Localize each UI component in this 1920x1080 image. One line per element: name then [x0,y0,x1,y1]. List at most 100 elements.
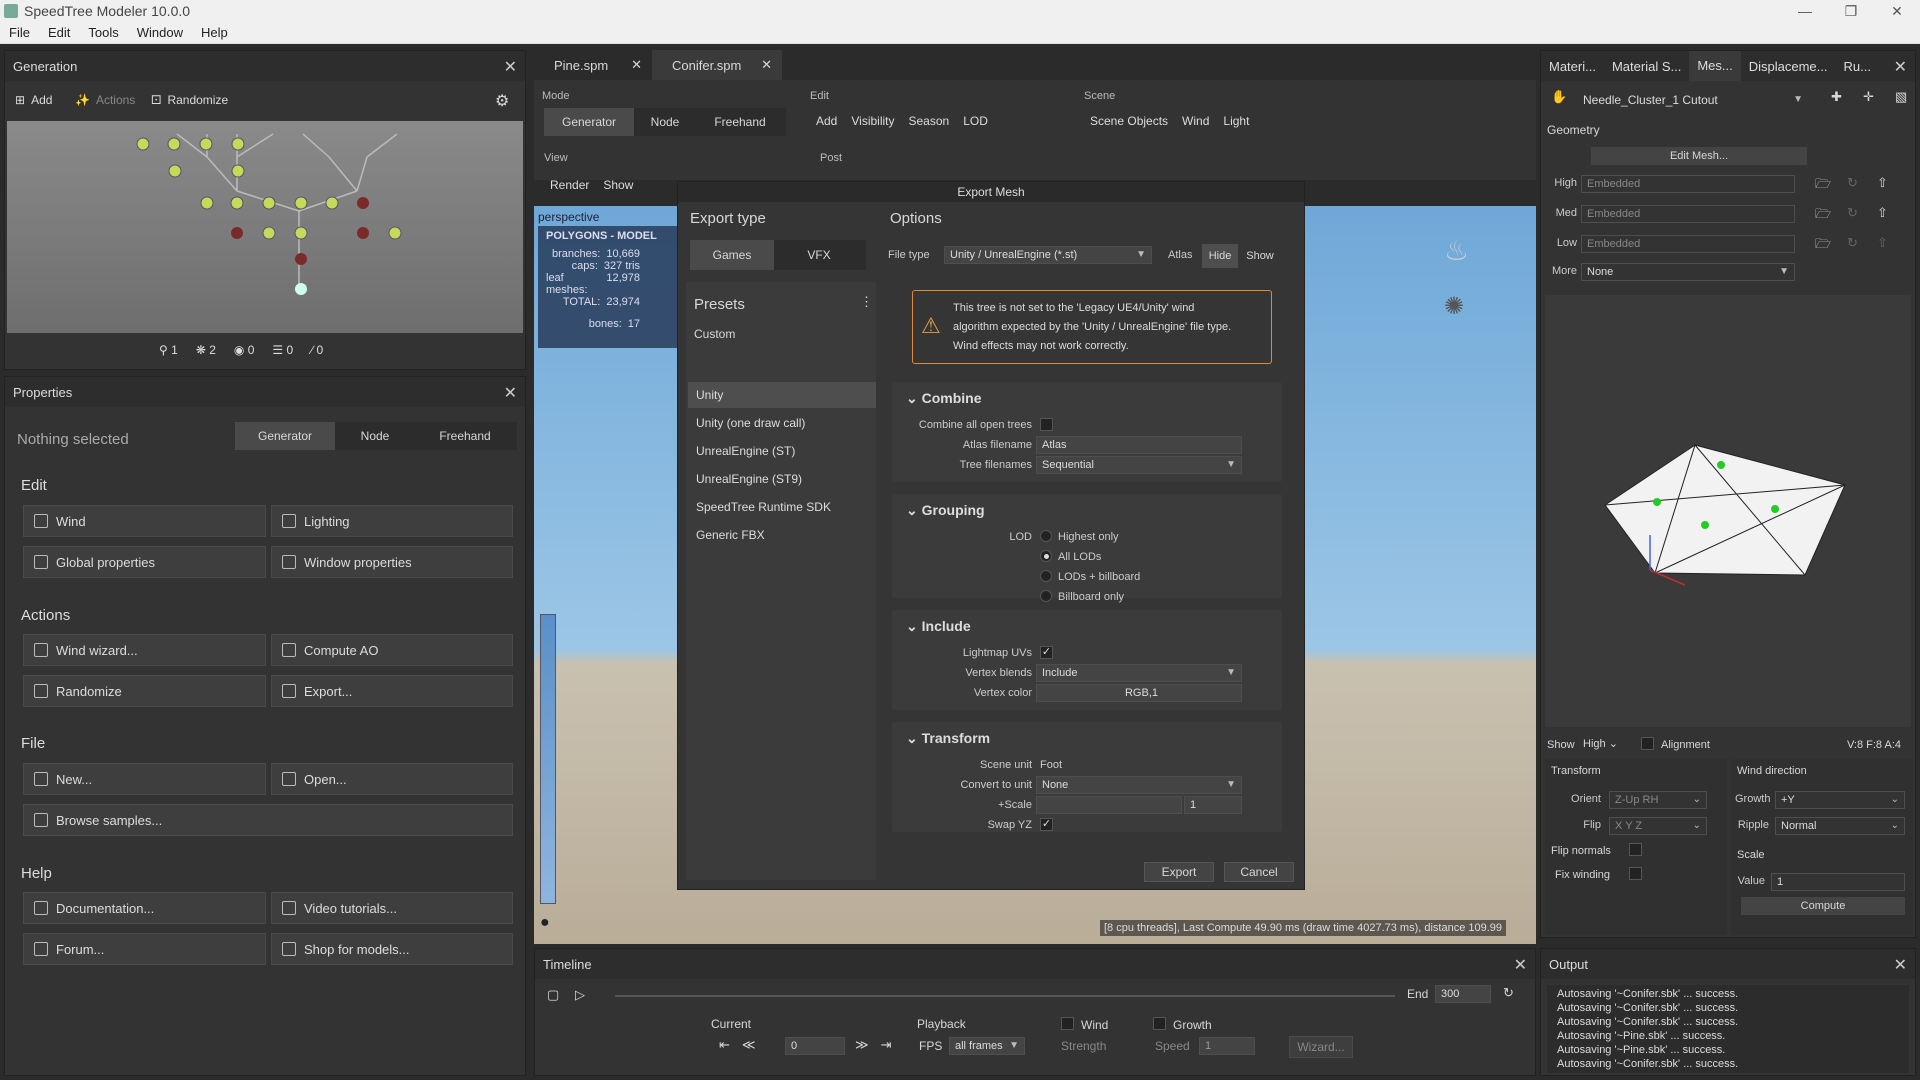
preset-unrealengine-st[interactable]: UnrealEngine (ST) [688,438,876,464]
tab-displacements[interactable]: Displaceme... [1741,59,1836,74]
visibility-button[interactable]: Visibility [851,114,894,128]
close-icon[interactable]: ✕ [504,57,517,77]
randomize-button[interactable]: ⚀ Randomize [151,93,228,107]
combine-heading[interactable]: ⌄ Combine [906,390,982,407]
export-confirm-button[interactable]: Export [1144,862,1214,882]
end-input[interactable]: 300 [1435,985,1491,1003]
browse-samples-button[interactable]: Browse samples... [23,804,513,836]
vertex-color-input[interactable]: RGB,1 [1036,684,1242,702]
lod-billboard-radio[interactable] [1040,570,1052,582]
atlas-hide-option[interactable]: Hide [1202,244,1238,268]
reload-icon[interactable]: ↻ [1847,175,1858,191]
vfx-option[interactable]: VFX [774,240,864,270]
video-tutorials-button[interactable]: Video tutorials... [271,892,513,924]
wind-wizard-button[interactable]: Wind wizard... [23,634,266,666]
compute-ao-button[interactable]: Compute AO [271,634,513,666]
games-option[interactable]: Games [690,240,774,270]
mode-freehand[interactable]: Freehand [415,422,515,450]
folder-icon[interactable]: 🗁 [1815,175,1831,197]
reload-icon[interactable]: ↻ [1847,235,1858,251]
fix-winding-checkbox[interactable] [1629,867,1642,880]
edit-icon[interactable]: ✚ [1831,89,1842,105]
fps-select[interactable]: all frames ▼ [949,1037,1025,1055]
global-properties-button[interactable]: Global properties [23,546,266,578]
tab-material-sets[interactable]: Material S... [1604,59,1689,74]
export-button[interactable]: Export... [271,675,513,707]
upload-icon[interactable]: ⇧ [1877,205,1888,221]
preset-unity-one-draw-call[interactable]: Unity (one draw call) [688,410,876,436]
shop-button[interactable]: Shop for models... [271,933,513,965]
hand-icon[interactable]: ✋ [1551,89,1567,105]
new-button[interactable]: New... [23,763,266,795]
lod-all-radio[interactable] [1040,550,1052,562]
flip-normals-checkbox[interactable] [1629,843,1642,856]
close-icon[interactable]: ✕ [504,383,517,403]
lod-button[interactable]: LOD [963,114,988,128]
menu-tools[interactable]: Tools [79,25,127,40]
wind-checkbox[interactable] [1061,1017,1074,1030]
delete-icon[interactable]: ▧ [1895,89,1907,105]
orient-select[interactable]: Z-Up RH ⌄ [1609,791,1707,809]
lightmap-checkbox[interactable]: ✓ [1040,646,1053,659]
stop-icon[interactable]: ▢ [547,987,559,1003]
mode-node[interactable]: Node [634,108,696,136]
wind-button[interactable]: Wind [23,505,266,537]
ripple-select[interactable]: Normal ⌄ [1775,817,1905,835]
transform-heading[interactable]: ⌄ Transform [906,730,990,747]
preset-unrealengine-st9[interactable]: UnrealEngine (ST9) [688,466,876,492]
scale-slider[interactable] [1036,796,1182,814]
loop-icon[interactable]: ↻ [1503,985,1514,1001]
mode-node[interactable]: Node [335,422,415,450]
alignment-checkbox[interactable] [1641,737,1654,750]
preset-unity[interactable]: Unity [688,382,876,408]
upload-icon[interactable]: ⇧ [1877,235,1888,251]
folder-icon[interactable]: 🗁 [1815,205,1831,227]
show-button[interactable]: Show [603,178,633,192]
vertex-blends-select[interactable]: Include ▼ [1036,664,1242,682]
menu-file[interactable]: File [0,25,39,40]
atlas-show-option[interactable]: Show [1240,244,1280,268]
node-graph[interactable] [7,121,523,333]
restore-icon[interactable]: ❐ [1828,0,1874,22]
lod-high-field[interactable]: Embedded [1581,175,1795,193]
gear-icon[interactable]: ⚙ [495,91,509,111]
minimize-icon[interactable]: — [1782,0,1828,22]
close-icon[interactable]: ✕ [761,57,772,73]
light-button[interactable]: Light [1223,114,1249,128]
edit-mesh-button[interactable]: Edit Mesh... [1591,147,1807,165]
tree-filenames-select[interactable]: Sequential ▼ [1036,456,1242,474]
compute-button[interactable]: Compute [1741,897,1905,915]
scale-value-input[interactable]: 1 [1771,873,1905,891]
scale-input[interactable]: 1 [1184,796,1242,814]
show-lod-select[interactable]: High ⌄ [1583,737,1618,750]
window-properties-button[interactable]: Window properties [271,546,513,578]
preset-runtime-sdk[interactable]: SpeedTree Runtime SDK [688,494,876,520]
light-direction-icon[interactable]: ♨ [1444,234,1469,267]
wind-direction-icon[interactable]: ✺ [1444,292,1464,321]
more-options-icon[interactable]: ● [540,914,550,932]
cancel-button[interactable]: Cancel [1224,862,1294,882]
add-icon[interactable]: ✛ [1863,89,1874,105]
reload-icon[interactable]: ↻ [1847,205,1858,221]
lod-low-field[interactable]: Embedded [1581,235,1795,253]
include-heading[interactable]: ⌄ Include [906,618,971,635]
atlas-filename-input[interactable]: Atlas [1036,436,1242,454]
menu-help[interactable]: Help [192,25,237,40]
menu-window[interactable]: Window [128,25,192,40]
close-icon[interactable]: ✕ [1514,955,1527,975]
flip-select[interactable]: X Y Z ⌄ [1609,817,1707,835]
transport-controls[interactable]: ⇤≪ [719,1037,768,1053]
lighting-button[interactable]: Lighting [271,505,513,537]
documentation-button[interactable]: Documentation... [23,892,266,924]
tab-materials[interactable]: Materi... [1541,59,1604,74]
growth-select[interactable]: +Y ⌄ [1775,791,1905,809]
play-icon[interactable]: ▷ [575,987,585,1003]
preset-custom[interactable]: Custom [694,327,735,341]
wind-button[interactable]: Wind [1182,114,1209,128]
mode-freehand[interactable]: Freehand [696,108,784,136]
grouping-heading[interactable]: ⌄ Grouping [906,502,985,519]
folder-icon[interactable]: 🗁 [1815,235,1831,257]
add-button[interactable]: Add [816,114,837,128]
tab-rules[interactable]: Ru... [1835,59,1878,74]
tab-meshes[interactable]: Mes... [1689,51,1741,81]
